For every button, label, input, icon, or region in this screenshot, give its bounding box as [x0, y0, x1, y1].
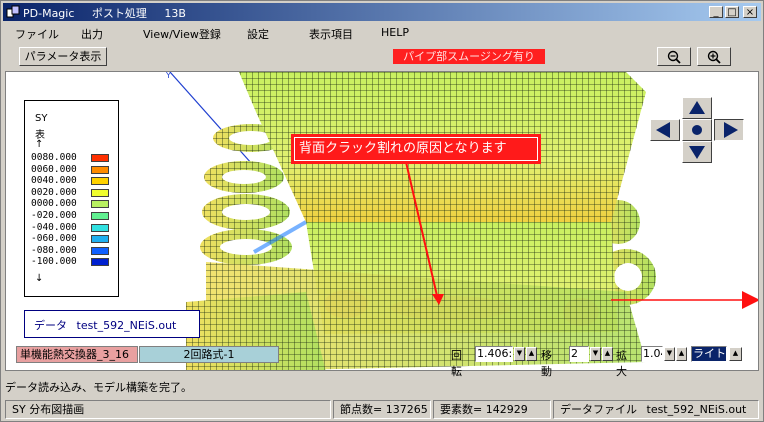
tab-heat-exchanger[interactable]: 単機能熱交換器_3_16 [16, 346, 138, 363]
menu-help[interactable]: HELP [381, 26, 409, 39]
menu-display-items[interactable]: 表示項目 [309, 26, 353, 42]
status-data-file: データファイル test_592_NEiS.out [553, 400, 759, 419]
title-bar: PD-Magic ポスト処理 13B _ □ × [3, 3, 761, 21]
annotation-callout: 背面クラック割れの原因となります [291, 134, 541, 164]
menu-file[interactable]: ファイル [15, 26, 59, 42]
zoom-in-icon [707, 50, 721, 64]
rotate-up-button[interactable]: ▲ [526, 347, 537, 361]
menu-view[interactable]: View/View登録 [143, 26, 221, 42]
legend-swatch [91, 247, 109, 255]
arrow-left-icon [656, 122, 670, 138]
scale-up-button[interactable]: ▲ [676, 347, 687, 361]
app-name: PD-Magic [23, 7, 75, 20]
toolbar: パラメータ表示 [3, 45, 761, 69]
legend-swatch [91, 224, 109, 232]
legend-value: 0020.000 [31, 187, 77, 198]
nav-up-button[interactable] [682, 97, 712, 119]
nav-left-button[interactable] [650, 119, 680, 141]
legend-value: -080.000 [31, 245, 77, 256]
app-window: PD-Magic ポスト処理 13B _ □ × ファイル 出力 View/Vi… [0, 0, 764, 422]
smoothing-status-badge: パイプ部スムージング有り [393, 49, 545, 64]
status-element-count: 要素数= 142929 [433, 400, 551, 419]
status-file-name: test_592_NEiS.out [646, 403, 747, 416]
zoom-in-button[interactable] [697, 47, 731, 66]
app-icon [6, 5, 20, 18]
legend-value: -100.000 [31, 256, 77, 267]
arrow-right-icon [724, 122, 738, 138]
move-down-button[interactable]: ▼ [590, 347, 601, 361]
legend-swatch [91, 189, 109, 197]
legend-swatch [91, 166, 109, 174]
rotate-input[interactable]: 1.406: [475, 346, 513, 362]
legend-swatch [91, 154, 109, 162]
nav-center-button[interactable] [682, 119, 712, 141]
maximize-button[interactable]: □ [725, 6, 739, 18]
menu-bar: ファイル 出力 View/View登録 設定 表示項目 HELP [3, 23, 761, 41]
legend-swatch [91, 200, 109, 208]
status-message: データ読み込み、モデル構築を完了。 [5, 381, 192, 394]
legend-value: -020.000 [31, 210, 77, 221]
legend-title: SY [35, 113, 48, 124]
svg-text:Y: Y [165, 72, 171, 80]
status-bar: SY 分布図描画 節点数= 137265 要素数= 142929 データファイル… [3, 400, 761, 419]
menu-output[interactable]: 出力 [81, 26, 103, 42]
status-file-label: データファイル [560, 403, 637, 416]
rotate-down-button[interactable]: ▼ [514, 347, 525, 361]
legend-value: 0040.000 [31, 175, 77, 186]
legend-swatch [91, 258, 109, 266]
callout-text: 背面クラック割れの原因となります [294, 137, 538, 161]
arrow-up-icon [689, 101, 705, 114]
move-input[interactable]: 2 [569, 346, 589, 362]
window-code: 13B [164, 7, 186, 20]
data-label: データ [34, 319, 67, 332]
legend-value: 0060.000 [31, 164, 77, 175]
legend-value: 0000.000 [31, 198, 77, 209]
close-button[interactable]: × [743, 6, 757, 18]
legend-swatch [91, 235, 109, 243]
legend-value: 0080.000 [31, 152, 77, 163]
legend-value: -060.000 [31, 233, 77, 244]
section-name: ポスト処理 [91, 7, 147, 20]
minimize-button[interactable]: _ [709, 6, 723, 18]
data-file-box: データ test_592_NEiS.out [24, 310, 200, 338]
legend-swatch [91, 212, 109, 220]
status-mode: SY 分布図描画 [5, 400, 331, 419]
legend-up-arrow: ↑ [35, 139, 44, 150]
nav-right-button[interactable] [714, 119, 744, 141]
zoom-out-button[interactable] [657, 47, 691, 66]
light-input[interactable]: ライト [691, 346, 727, 362]
legend-down-arrow: ↓ [35, 273, 44, 284]
move-label: 移動 [541, 349, 552, 378]
legend-swatch [91, 177, 109, 185]
data-file-name: test_592_NEiS.out [76, 319, 177, 332]
scale-label: 拡大 [616, 349, 627, 378]
zoom-out-icon [667, 50, 681, 64]
status-node-count: 節点数= 137265 [333, 400, 431, 419]
color-legend: SY 表 ↑ 0080.000 0060.000 0040.000 0020.000 0… [24, 100, 119, 297]
move-up-button[interactable]: ▲ [602, 347, 613, 361]
rotate-label: 回転 [451, 349, 462, 378]
center-dot-icon [692, 125, 702, 135]
arrow-down-icon [689, 146, 705, 159]
parameter-display-button[interactable]: パラメータ表示 [19, 47, 107, 66]
scale-input[interactable]: 1.04 [641, 346, 663, 362]
window-title: PD-Magic ポスト処理 13B [23, 5, 200, 21]
tab-two-circuit[interactable]: 2回路式-1 [139, 346, 279, 363]
nav-down-button[interactable] [682, 141, 712, 163]
menu-settings[interactable]: 設定 [247, 26, 269, 42]
scale-down-button[interactable]: ▼ [664, 347, 675, 361]
light-spinner[interactable]: ▲ [729, 347, 742, 361]
legend-value: -040.000 [31, 222, 77, 233]
